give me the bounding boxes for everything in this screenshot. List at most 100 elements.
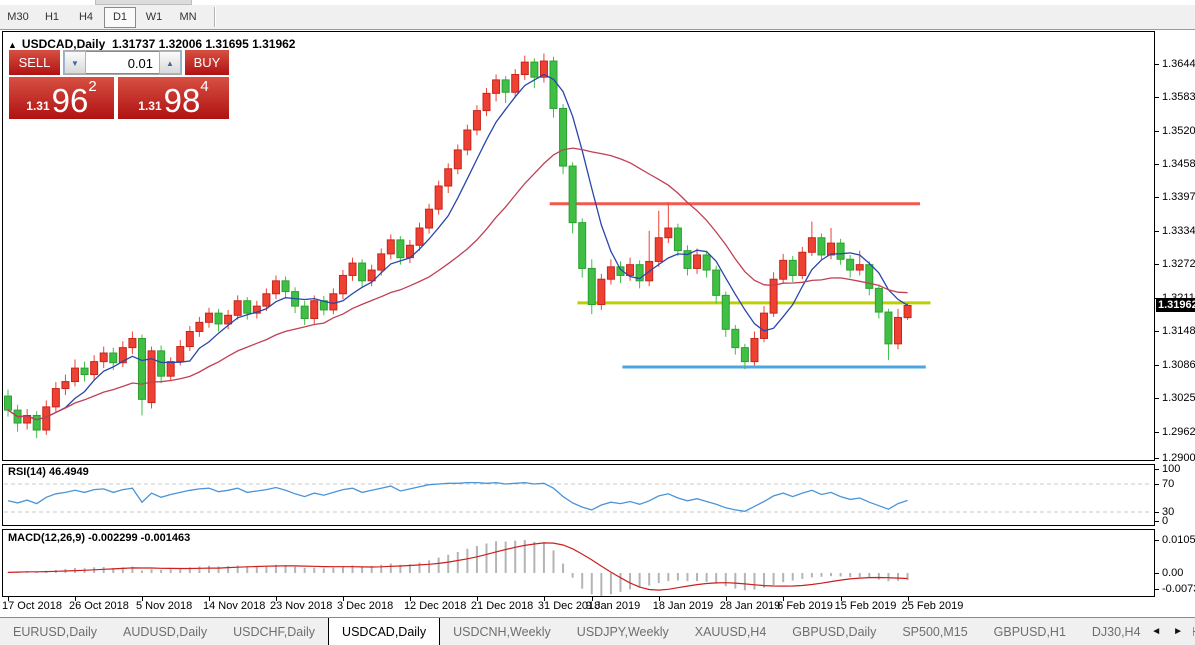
timeframe-button-m30[interactable]: M30: [2, 7, 34, 28]
candle-body: [166, 361, 175, 377]
date-axis-label: 17 Oct 2018: [2, 600, 62, 612]
chart-title-ohlc: 1.31737 1.32006 1.31695 1.31962: [111, 37, 296, 51]
sell-price-button[interactable]: 1.31 96 2: [9, 77, 114, 119]
candle-body: [693, 254, 702, 269]
candle-body: [721, 294, 730, 330]
axis-tick: [1155, 197, 1159, 199]
timeframe-button-mn[interactable]: MN: [172, 7, 204, 28]
candle-body: [654, 237, 663, 262]
volume-up-icon[interactable]: ▲: [159, 51, 181, 74]
date-axis-label: 6 Feb 2019: [777, 600, 833, 612]
date-axis-label: 3 Dec 2018: [336, 600, 394, 612]
candle-body: [338, 274, 347, 295]
axis-tick: [1155, 331, 1159, 333]
symbol-tab-xauusd[interactable]: XAUUSD,H4: [682, 618, 780, 645]
candle-body: [492, 79, 501, 94]
candle-body: [482, 92, 491, 112]
symbol-tab-gbpusd[interactable]: GBPUSD,Daily: [779, 618, 889, 645]
price-axis-label: 1.29620: [1162, 425, 1195, 438]
rsi-canvas[interactable]: [3, 465, 1154, 525]
buy-price-sup: 4: [200, 78, 209, 95]
candle-body: [798, 251, 807, 276]
buy-price-button[interactable]: 1.31 98 4: [118, 77, 229, 119]
candle-body: [884, 311, 893, 345]
candle-body: [310, 300, 319, 320]
price-axis-label: 1.35200: [1162, 125, 1195, 138]
date-axis-label: 12 Dec 2018: [403, 600, 467, 612]
date-axis-label: 14 Nov 2018: [202, 600, 266, 612]
candle-body: [358, 262, 367, 282]
price-axis-label: 1.31480: [1162, 325, 1195, 338]
symbol-tab-usdcad[interactable]: USDCAD,Daily: [328, 618, 441, 645]
tab-scroll-controls: ◄ ►: [1141, 618, 1193, 645]
buy-button[interactable]: BUY: [185, 50, 229, 75]
timeframe-button-d1[interactable]: D1: [104, 6, 136, 28]
chart-title-symbol: USDCAD,Daily: [21, 37, 106, 51]
candle-body: [137, 337, 146, 400]
candle-body: [262, 293, 271, 307]
candle-body: [664, 227, 673, 239]
candle-body: [511, 74, 520, 93]
chart-title: ▲ USDCAD,Daily 1.31737 1.32006 1.31695 1.…: [8, 37, 295, 51]
buy-price-big: 98: [163, 82, 201, 119]
candle-body: [846, 258, 855, 271]
candle-body: [396, 239, 405, 259]
collapse-arrow-icon[interactable]: ▲: [8, 40, 17, 50]
candle-body: [300, 305, 309, 320]
sell-button[interactable]: SELL: [9, 50, 60, 75]
candle-body: [32, 415, 41, 431]
tab-scroll-left-icon[interactable]: ◄: [1151, 626, 1161, 637]
candle-body: [128, 337, 137, 349]
timeframe-button-h4[interactable]: H4: [70, 7, 102, 28]
symbol-tab-usdchf[interactable]: USDCHF,Daily: [220, 618, 328, 645]
candle-body: [903, 304, 912, 319]
timeframe-button-w1[interactable]: W1: [138, 7, 170, 28]
axis-tick: [1155, 484, 1159, 485]
symbol-tab-usdcnh[interactable]: USDCNH,Weekly: [440, 618, 564, 645]
axis-tick: [1155, 521, 1159, 522]
date-axis-label: 18 Jan 2019: [652, 600, 714, 612]
axis-tick: [1155, 264, 1159, 266]
symbol-tab-usdjpy[interactable]: USDJPY,Weekly: [564, 618, 682, 645]
candle-body: [157, 350, 166, 377]
sell-price-big: 96: [51, 82, 89, 119]
timeframe-button-h1[interactable]: H1: [36, 7, 68, 28]
price-axis-label: 1.32725: [1162, 258, 1195, 271]
axis-tick: [1155, 131, 1159, 133]
symbol-tab-gbpusd[interactable]: GBPUSD,H1: [981, 618, 1079, 645]
date-axis-label: 23 Nov 2018: [269, 600, 333, 612]
axis-tick: [1155, 397, 1159, 399]
symbol-tab-audusd[interactable]: AUDUSD,Daily: [110, 618, 220, 645]
candle-body: [444, 168, 453, 187]
candle-body: [865, 264, 874, 289]
rsi-axis-label: 70: [1162, 478, 1175, 490]
symbol-tab-eurusd[interactable]: EURUSD,Daily: [0, 618, 110, 645]
macd-axis-label: 0.00: [1162, 567, 1184, 579]
candle-body: [195, 321, 204, 332]
volume-down-icon[interactable]: ▼: [64, 51, 86, 74]
axis-tick: [1155, 589, 1159, 590]
tab-scroll-right-icon[interactable]: ►: [1173, 626, 1183, 637]
date-axis-label: 25 Feb 2019: [901, 600, 964, 612]
candle-body: [836, 242, 845, 260]
candle-body: [70, 367, 79, 383]
toolbar-separator: [214, 7, 216, 27]
candle-body: [176, 346, 185, 363]
candle-body: [740, 347, 749, 363]
candle-body: [425, 208, 434, 229]
candle-body: [214, 312, 223, 325]
rsi-line: [7, 481, 908, 512]
axis-tick: [1155, 364, 1159, 366]
macd-label: MACD(12,26,9) -0.002299 -0.001463: [8, 532, 191, 544]
candle-body: [750, 337, 759, 363]
price-axis-label: 1.33970: [1162, 191, 1195, 204]
sell-price-small: 1.31: [26, 99, 50, 113]
candle-body: [453, 149, 462, 170]
axis-tick: [1155, 540, 1159, 541]
volume-input[interactable]: 0.01: [86, 51, 159, 74]
price-axis-label: 1.35830: [1162, 91, 1195, 104]
symbol-tab-sp500[interactable]: SP500,M15: [889, 618, 980, 645]
candle-body: [817, 237, 826, 256]
candle-body: [348, 262, 357, 276]
candle-body: [788, 259, 797, 276]
